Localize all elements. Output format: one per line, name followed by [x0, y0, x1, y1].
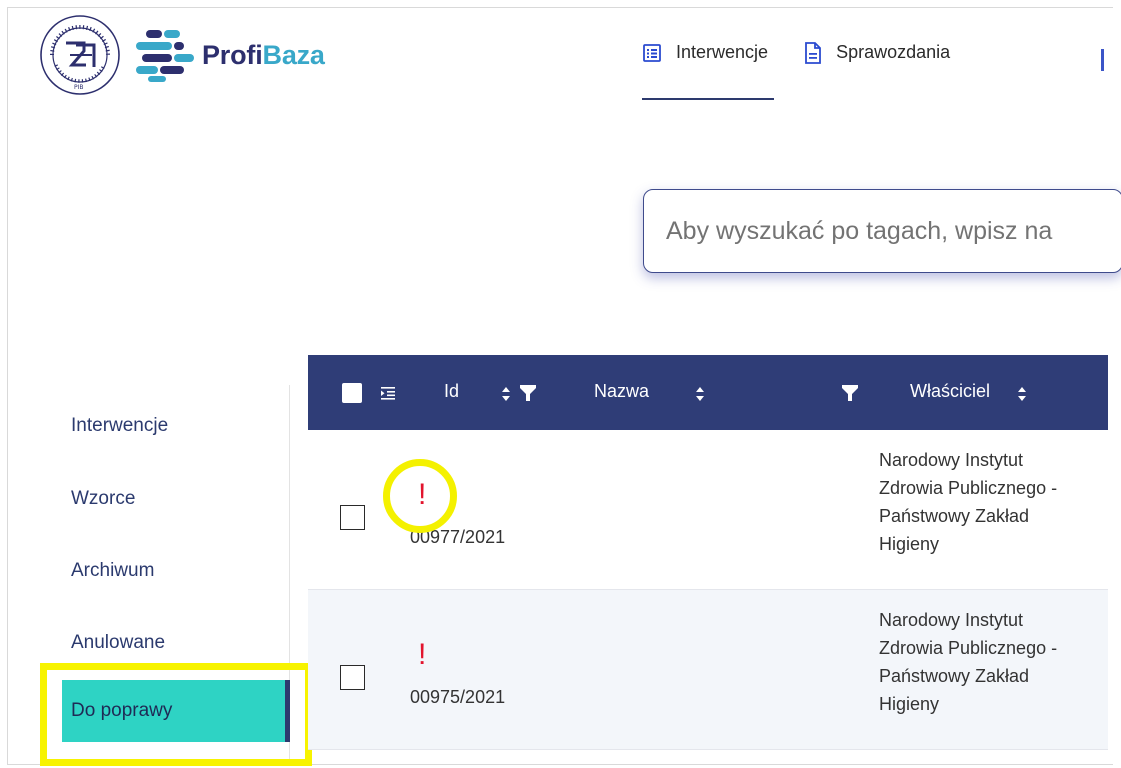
column-header-nazwa[interactable]: Nazwa: [594, 381, 649, 402]
owner-line: Zdrowia Publicznego -: [879, 638, 1058, 658]
brand-name-part2: Baza: [262, 39, 325, 70]
sort-icon[interactable]: [1016, 385, 1028, 403]
table-header: Id Nazwa Właściciel: [308, 355, 1108, 430]
filter-icon[interactable]: [840, 383, 860, 403]
needs-correction-flag: !: [418, 638, 427, 671]
owner-line: Narodowy Instytut: [879, 610, 1024, 630]
brand-name-part1: Profi: [202, 39, 263, 70]
owner-line: Narodowy Instytut: [879, 450, 1024, 470]
column-header-wlasciciel[interactable]: Właściciel: [910, 381, 990, 402]
sidebar-item-wzorce[interactable]: Wzorce: [71, 488, 135, 510]
sort-icon[interactable]: [500, 385, 512, 403]
column-toggle-icon[interactable]: [380, 385, 396, 401]
owner-line: Państwowy Zakład: [879, 506, 1030, 526]
row-owner: Narodowy Instytut Zdrowia Publicznego - …: [879, 446, 1119, 558]
brand-name: ProfiBaza: [202, 40, 325, 71]
select-all-checkbox[interactable]: [342, 383, 362, 403]
nav-tab-label: Sprawozdania: [836, 42, 951, 62]
table-row[interactable]: ! 00975/2021 Narodowy Instytut Zdrowia P…: [308, 590, 1108, 750]
row-owner: Narodowy Instytut Zdrowia Publicznego - …: [879, 606, 1119, 718]
institute-seal-icon: PIB: [40, 15, 120, 95]
highlight-circle-annotation: [383, 459, 457, 533]
profibaza-mark-icon: [136, 30, 194, 82]
row-id[interactable]: 00975/2021: [410, 687, 505, 708]
app-logo[interactable]: PIB ProfiBaza: [38, 10, 325, 100]
tag-search-input[interactable]: [666, 216, 1121, 246]
sidebar-item-anulowane[interactable]: Anulowane: [71, 632, 165, 654]
nav-tab-interwencje[interactable]: Interwencje: [642, 28, 775, 100]
highlight-box-annotation: [40, 663, 312, 766]
row-checkbox[interactable]: [340, 505, 365, 530]
row-checkbox[interactable]: [340, 665, 365, 690]
nav-tab-partial-icon[interactable]: [1101, 49, 1104, 71]
owner-line: Higieny: [879, 534, 940, 554]
list-icon: [643, 44, 661, 62]
sidebar-item-interwencje[interactable]: Interwencje: [71, 415, 168, 437]
nav-tab-label: Interwencje: [676, 42, 769, 62]
owner-line: Zdrowia Publicznego -: [879, 478, 1058, 498]
nav-tab-sprawozdania[interactable]: Sprawozdania: [802, 28, 950, 100]
sort-icon[interactable]: [694, 385, 706, 403]
column-header-id[interactable]: Id: [444, 381, 459, 402]
owner-line: Państwowy Zakład: [879, 666, 1030, 686]
sidebar-item-archiwum[interactable]: Archiwum: [71, 560, 154, 582]
filter-icon[interactable]: [518, 383, 538, 403]
document-icon: [805, 42, 821, 64]
top-navigation: Interwencje Sprawozdania: [642, 28, 984, 100]
tag-search-box[interactable]: [643, 189, 1121, 273]
owner-line: Higieny: [879, 694, 940, 714]
svg-text:PIB: PIB: [74, 84, 84, 91]
